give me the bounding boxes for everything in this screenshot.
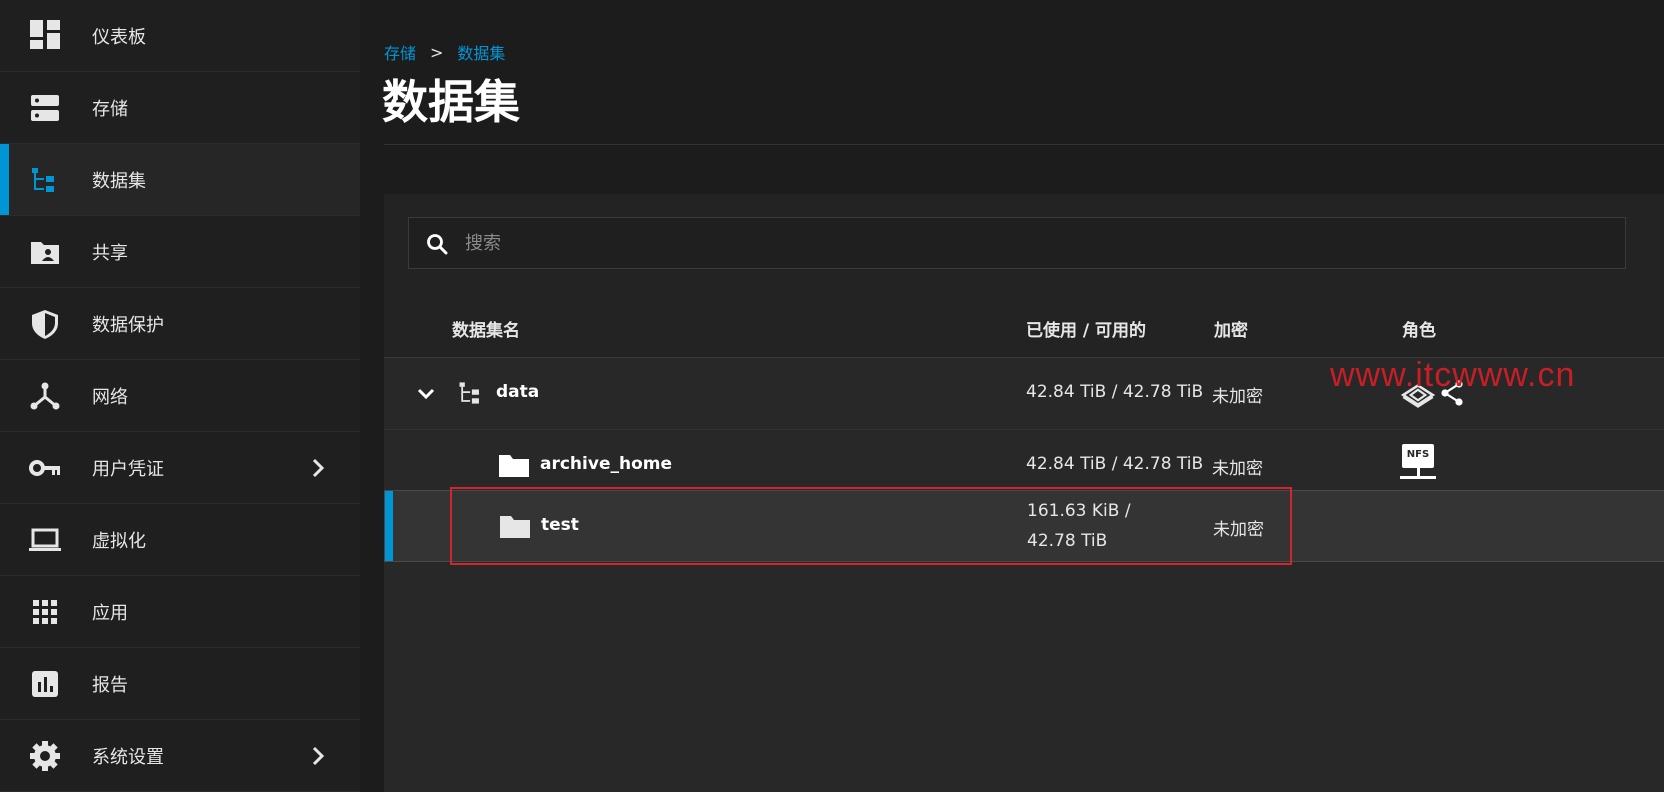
chevron-down-icon[interactable] [416,384,436,404]
breadcrumb-datasets-link[interactable]: 数据集 [457,40,505,64]
apps-grid-icon [33,600,57,624]
sidebar-item-label: 用户凭证 [92,458,164,480]
sidebar-item-label: 共享 [92,242,128,264]
annotation-highlight-box [450,487,1292,565]
chevron-right-icon [312,746,325,766]
dataset-name: archive_home [540,454,672,474]
dataset-encryption: 未加密 [1212,459,1263,479]
laptop-icon [29,528,61,551]
sidebar-item-label: 虚拟化 [92,530,146,552]
watermark: www.itcwww.cn [1330,356,1576,394]
page-title: 数据集 [382,75,520,129]
dataset-usage: 42.84 TiB / 42.78 TiB [1026,382,1204,402]
dataset-tree-icon [32,168,54,192]
sidebar-item-label: 数据保护 [92,314,164,336]
main-content: 存储 > 数据集 数据集 数据集名 已使用 / 可用的 加密 角色 [360,0,1664,792]
report-chart-icon [32,671,58,697]
search-input[interactable] [465,218,1605,268]
sidebar-item-network[interactable]: 网络 [0,360,360,432]
sidebar-item-virtualization[interactable]: 虚拟化 [0,504,360,576]
sidebar: 仪表板 存储 数据集 共享 数据保护 网络 用户凭证 虚拟化 应用 报告 系统设… [0,0,360,792]
app-window: 仪表板 存储 数据集 共享 数据保护 网络 用户凭证 虚拟化 应用 报告 系统设… [0,0,1664,792]
header-divider [384,144,1664,145]
sidebar-item-storage[interactable]: 存储 [0,72,360,144]
sidebar-item-label: 数据集 [92,170,146,192]
sidebar-item-label: 存储 [92,98,128,120]
dashboard-icon [30,20,60,49]
nfs-share-icon[interactable]: NFS [1400,444,1436,484]
sidebar-item-label: 应用 [92,602,128,624]
search-box [408,217,1626,269]
sidebar-item-credentials[interactable]: 用户凭证 [0,432,360,504]
sidebar-item-data-protection[interactable]: 数据保护 [0,288,360,360]
search-bar [384,194,1664,294]
dataset-usage: 42.84 TiB / 42.78 TiB [1026,454,1204,474]
dataset-name: data [496,382,540,402]
breadcrumb: 存储 > 数据集 [384,40,505,64]
storage-icon [31,95,59,121]
sidebar-item-apps[interactable]: 应用 [0,576,360,648]
sidebar-item-reports[interactable]: 报告 [0,648,360,720]
column-header-roles[interactable]: 角色 [1402,316,1436,341]
sidebar-item-label: 仪表板 [92,26,146,48]
nfs-label: NFS [1406,449,1430,460]
gear-icon [30,741,60,771]
sidebar-item-dashboard[interactable]: 仪表板 [0,0,360,72]
dataset-tree-icon [459,382,479,404]
chevron-right-icon [312,458,325,478]
dataset-encryption: 未加密 [1212,387,1263,407]
table-header: 数据集名 已使用 / 可用的 加密 角色 [384,294,1664,358]
sidebar-item-label: 系统设置 [92,746,164,768]
breadcrumb-storage-link[interactable]: 存储 [384,40,416,64]
network-icon [30,382,60,410]
sidebar-item-label: 报告 [92,674,128,696]
column-header-usage[interactable]: 已使用 / 可用的 [1026,316,1146,341]
shield-icon [32,310,58,339]
key-icon [29,460,60,476]
folder-icon [499,455,529,477]
sidebar-item-datasets[interactable]: 数据集 [0,144,360,216]
search-icon [427,234,448,255]
sidebar-item-label: 网络 [92,386,128,408]
share-folder-icon [31,242,59,264]
sidebar-item-system-settings[interactable]: 系统设置 [0,720,360,792]
column-header-name[interactable]: 数据集名 [452,316,520,341]
column-header-encryption[interactable]: 加密 [1214,316,1248,341]
sidebar-item-sharing[interactable]: 共享 [0,216,360,288]
breadcrumb-separator: > [430,42,444,62]
